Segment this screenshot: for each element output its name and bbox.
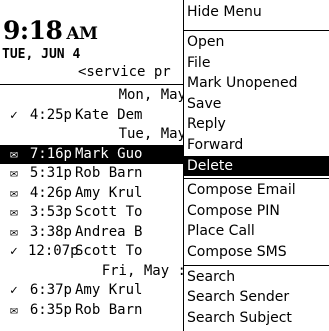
message-sender: Rob Barn	[75, 165, 143, 181]
message-sender: Scott To	[75, 204, 143, 220]
message-sender: Amy Krul	[75, 184, 143, 201]
menu-item-compose-pin[interactable]: Compose PIN	[184, 201, 329, 222]
date-group-header: Mon, May	[118, 87, 186, 103]
message-sender: Kate Dem	[75, 106, 143, 123]
menu-item-open[interactable]: Open	[184, 32, 329, 53]
message-time: 12:07p	[28, 243, 79, 259]
message-list[interactable]: Mon, May ✓ 4:25p Kate Dem Tue, May ✉ 7:16p Mark…	[0, 86, 190, 320]
message-time: 6:37p	[29, 282, 72, 298]
menu-item-place-call[interactable]: Place Call	[184, 221, 329, 242]
message-sender: Andrea B	[75, 223, 143, 240]
menu-item-delete[interactable]: Delete	[184, 155, 329, 177]
open-envelope-icon: ✉	[10, 185, 18, 201]
message-row[interactable]: ✉ 7:16p Mark Guo	[0, 144, 190, 164]
menu-item-forward[interactable]: Forward	[184, 135, 329, 156]
message-time: 3:53p	[29, 204, 72, 220]
menu-item-hide-menu[interactable]: Hide Menu	[184, 0, 329, 28]
menu-item-search[interactable]: Search	[184, 267, 329, 288]
message-time: 3:38p	[29, 223, 72, 240]
message-row[interactable]: ✓ 4:25p Kate Dem	[0, 106, 190, 126]
check-mark-icon: ✓	[10, 107, 18, 123]
date-group-header: Fri, May :	[101, 262, 186, 279]
menu-item-search-subject[interactable]: Search Subject	[184, 308, 329, 329]
clock: 9:18 AM	[3, 16, 98, 45]
message-row[interactable]: ✉ 3:53p Scott To	[0, 203, 190, 223]
message-row[interactable]: ✉ 4:26p Amy Krul	[0, 184, 190, 204]
message-row[interactable]: ✉ 6:35p Rob Barn	[0, 301, 190, 321]
menu-item-file[interactable]: File	[184, 53, 329, 74]
message-time: 6:35p	[29, 301, 72, 318]
clock-ampm: AM	[66, 24, 98, 44]
header-divider	[0, 84, 190, 85]
closed-envelope-icon: ✉	[10, 166, 18, 181]
message-time: 4:26p	[29, 184, 72, 201]
menu-separator	[184, 178, 329, 180]
check-mark-icon: ✓	[10, 283, 18, 298]
message-row[interactable]: ✓ 12:07p Scott To	[0, 242, 190, 262]
menu-item-search-sender[interactable]: Search Sender	[184, 287, 329, 308]
open-envelope-icon: ✉	[10, 224, 18, 240]
message-row[interactable]: ✉ 3:38p Andrea B	[0, 223, 190, 243]
blackberry-screen: 9:18 AM TUE, JUN 4 <service pr Mon, May ✓ 4…	[0, 0, 329, 331]
menu-item-compose-email[interactable]: Compose Email	[184, 180, 329, 201]
open-envelope-icon: ✉	[10, 302, 18, 318]
date-label: TUE, JUN 4	[2, 47, 81, 62]
message-sender: Scott To	[75, 243, 143, 259]
menu-item-reply[interactable]: Reply	[184, 114, 329, 135]
message-sender: Rob Barn	[75, 301, 143, 318]
message-time: 5:31p	[29, 165, 72, 181]
menu-separator	[184, 264, 329, 266]
message-time: 4:25p	[29, 106, 72, 123]
message-row[interactable]: ✓ 6:37p Amy Krul	[0, 281, 190, 301]
check-mark-icon: ✓	[10, 244, 18, 259]
message-sender: Mark Guo	[75, 145, 143, 162]
menu-item-save[interactable]: Save	[184, 94, 329, 115]
open-envelope-icon: ✉	[10, 205, 18, 220]
message-time: 7:16p	[29, 145, 72, 162]
context-menu: Hide Menu Open File Mark Unopened Save Reply F…	[183, 0, 329, 331]
message-sender: Amy Krul	[75, 282, 143, 298]
date-group-header: Tue, May	[118, 126, 186, 142]
message-row[interactable]: ✉ 5:31p Rob Barn	[0, 164, 190, 184]
open-envelope-icon: ✉	[10, 146, 18, 162]
menu-item-mark-unopened[interactable]: Mark Unopened	[184, 73, 329, 94]
menu-item-compose-sms[interactable]: Compose SMS	[184, 242, 329, 263]
clock-time: 9:18	[3, 16, 63, 45]
service-label: <service pr	[78, 64, 171, 80]
menu-separator	[184, 30, 329, 31]
